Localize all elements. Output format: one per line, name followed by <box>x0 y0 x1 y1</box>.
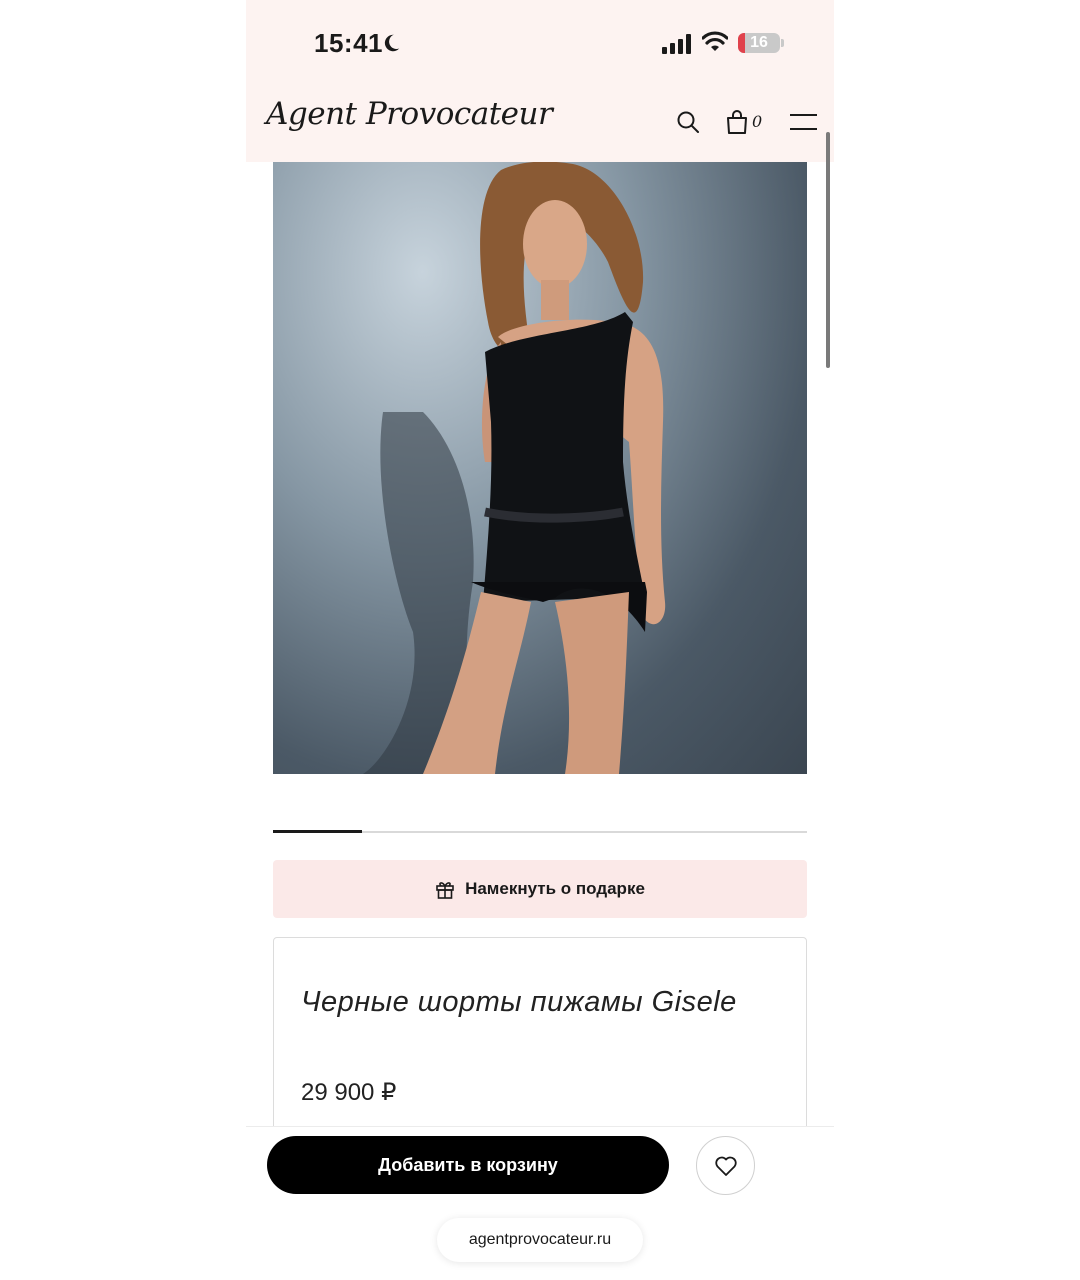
cart-count[interactable]: 0 <box>752 112 762 131</box>
scrollbar[interactable] <box>826 132 830 368</box>
add-to-cart-button[interactable]: Добавить в корзину <box>267 1136 669 1194</box>
shopping-bag-icon[interactable] <box>726 110 748 134</box>
gift-icon <box>436 882 454 899</box>
search-icon[interactable] <box>676 110 700 134</box>
bottom-action-bar: Добавить в корзину agentprovocateur.ru <box>246 1126 834 1280</box>
header-area: 15:41 16 Agent Provocateur 0 <box>246 0 834 162</box>
product-photo[interactable] <box>273 162 807 774</box>
brand-logo[interactable]: Agent Provocateur <box>266 96 553 132</box>
gallery-progress-indicator[interactable] <box>273 830 362 833</box>
wifi-icon <box>702 31 728 51</box>
product-price: 29 900 ₽ <box>301 1079 397 1106</box>
product-title: Черные шорты пижамы Gisele <box>301 986 737 1018</box>
gift-hint-label: Намекнуть о подарке <box>465 879 645 898</box>
phone-screen: 15:41 16 Agent Provocateur 0 Намекнуть о… <box>246 0 834 1280</box>
model-illustration <box>363 162 666 774</box>
moon-icon <box>384 34 400 52</box>
battery-indicator: 16 <box>738 33 780 53</box>
gift-hint-button[interactable]: Намекнуть о подарке <box>273 860 807 918</box>
battery-level: 16 <box>750 34 768 51</box>
cellular-signal-icon <box>662 34 691 54</box>
heart-icon <box>714 1156 737 1176</box>
battery-tip <box>781 39 784 47</box>
status-time: 15:41 <box>314 28 383 58</box>
menu-icon[interactable] <box>790 113 817 131</box>
wishlist-button[interactable] <box>696 1136 755 1195</box>
browser-url-bar[interactable]: agentprovocateur.ru <box>437 1218 643 1262</box>
